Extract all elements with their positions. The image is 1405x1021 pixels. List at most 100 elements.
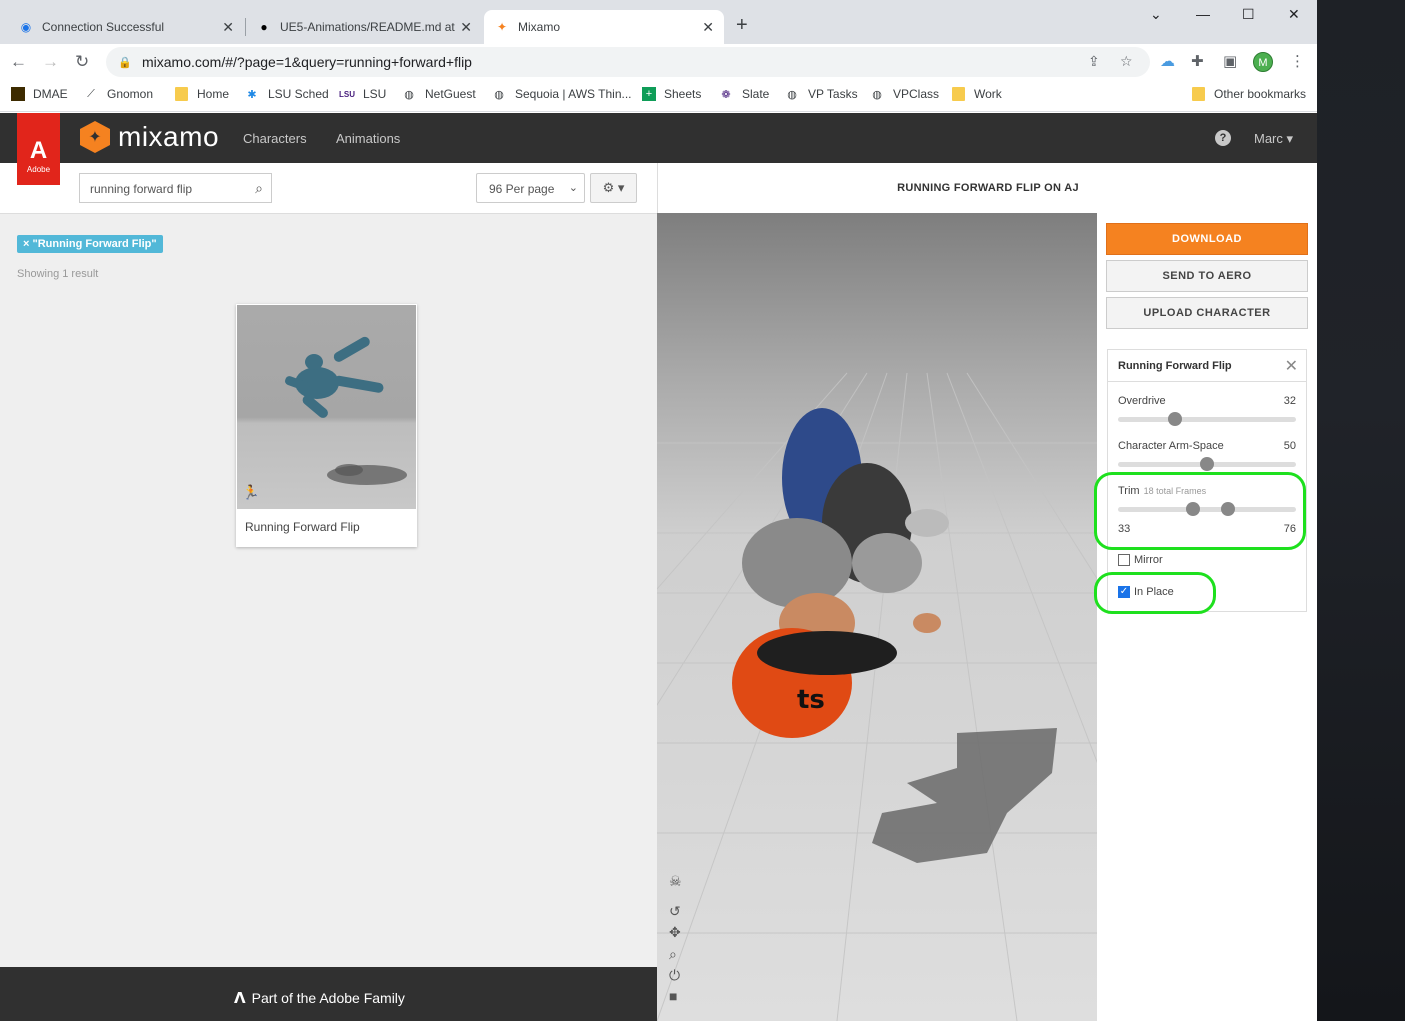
mixamo-logo[interactable]: ✦ mixamo bbox=[80, 121, 219, 153]
trim-end-handle[interactable] bbox=[1221, 502, 1236, 516]
in-place-checkbox[interactable]: ✓ In Place bbox=[1118, 586, 1174, 598]
lsu-sched-icon: ✱ bbox=[247, 88, 257, 101]
checkbox-box[interactable] bbox=[1118, 554, 1130, 566]
results-pane: × "Running Forward Flip" Showing 1 resul… bbox=[0, 214, 657, 967]
trim-start-handle[interactable] bbox=[1185, 502, 1200, 516]
tab-mixamo[interactable]: ✦ Mixamo ✕ bbox=[484, 10, 724, 44]
lsu-icon: LSU bbox=[339, 89, 355, 99]
character-preview: ts bbox=[657, 372, 1097, 1021]
bookmark-sheets[interactable]: + Sheets bbox=[642, 87, 701, 101]
camera-icon[interactable]: ■ bbox=[669, 988, 677, 1004]
close-icon[interactable]: ✕ bbox=[702, 19, 714, 36]
upload-character-button[interactable]: UPLOAD CHARACTER bbox=[1106, 297, 1308, 329]
bookmark-vp-tasks[interactable]: ◍ VP Tasks bbox=[784, 87, 857, 101]
adobe-logo-icon: A bbox=[29, 137, 48, 164]
close-icon[interactable]: ✕ bbox=[460, 19, 472, 36]
search-input[interactable]: running forward flip ⌕ bbox=[79, 173, 272, 203]
send-to-aero-button[interactable]: SEND TO AERO bbox=[1106, 260, 1308, 292]
settings-button[interactable]: ⚙ ▾ bbox=[590, 173, 637, 203]
side-panel-icon[interactable]: ▣ bbox=[1223, 52, 1237, 70]
rotate-icon[interactable]: ↺ bbox=[669, 903, 681, 920]
trim-frame-count: 18 total Frames bbox=[1143, 486, 1207, 496]
maximize-icon[interactable]: ☐ bbox=[1242, 6, 1255, 23]
result-count: Showing 1 result bbox=[17, 268, 99, 280]
bookmark-other[interactable]: Other bookmarks bbox=[1190, 87, 1306, 101]
arm-space-slider-handle[interactable] bbox=[1200, 457, 1214, 471]
move-icon[interactable]: ✥ bbox=[669, 924, 681, 941]
tab-title: UE5-Animations/README.md at bbox=[280, 20, 455, 34]
puzzle-extension-icon[interactable]: ✚ bbox=[1191, 52, 1204, 70]
user-menu[interactable]: Marc ▾ bbox=[1254, 131, 1293, 147]
checkbox-box[interactable]: ✓ bbox=[1118, 586, 1130, 598]
reload-icon[interactable]: ↻ bbox=[75, 52, 89, 72]
share-icon[interactable]: ⇪ bbox=[1088, 53, 1100, 70]
animation-card[interactable]: 🏃 Running Forward Flip bbox=[236, 304, 417, 547]
bookmark-lsu[interactable]: LSU LSU bbox=[339, 87, 386, 101]
search-bar-area: running forward flip ⌕ 96 Per page ⌄ ⚙ ▾ bbox=[0, 163, 657, 214]
address-bar[interactable]: 🔒 mixamo.com/#/?page=1&query=running+for… bbox=[106, 47, 1150, 77]
overdrive-slider[interactable] bbox=[1118, 412, 1296, 426]
folder-icon bbox=[173, 87, 189, 101]
paw-icon: ❁ bbox=[721, 88, 731, 101]
forward-arrow-icon[interactable]: → bbox=[42, 52, 59, 72]
trim-slider[interactable] bbox=[1118, 502, 1296, 516]
mirror-checkbox[interactable]: Mirror bbox=[1118, 554, 1163, 566]
zoom-icon[interactable]: ⌕ bbox=[669, 946, 677, 963]
new-tab-button[interactable]: + bbox=[736, 14, 748, 37]
star-icon[interactable]: ☆ bbox=[1120, 53, 1133, 70]
arm-space-slider[interactable] bbox=[1118, 457, 1296, 471]
help-icon[interactable]: ? bbox=[1215, 130, 1231, 146]
trim-label: Trim 18 total Frames bbox=[1118, 485, 1207, 497]
close-icon[interactable]: ✕ bbox=[222, 19, 234, 36]
filter-tag[interactable]: × "Running Forward Flip" bbox=[17, 235, 163, 253]
download-button[interactable]: DOWNLOAD bbox=[1106, 223, 1308, 255]
animation-settings-sidebar: DOWNLOAD SEND TO AERO UPLOAD CHARACTER R… bbox=[1097, 213, 1317, 1021]
bookmark-home[interactable]: Home bbox=[173, 87, 229, 101]
cloud-extension-icon[interactable]: ☁ bbox=[1160, 52, 1175, 70]
bookmark-gnomon[interactable]: ⟋ Gnomon bbox=[83, 87, 153, 101]
power-icon[interactable]: ⏻ bbox=[669, 967, 680, 984]
gear-icon: ⚙ ▾ bbox=[602, 180, 625, 195]
runner-icon: 🏃 bbox=[242, 484, 260, 500]
lock-icon: 🔒 bbox=[118, 56, 132, 69]
tab-github[interactable]: ● UE5-Animations/README.md at ✕ bbox=[246, 10, 482, 44]
back-arrow-icon[interactable]: ← bbox=[10, 52, 27, 72]
panel-title: Running Forward Flip bbox=[1118, 360, 1232, 372]
overdrive-value: 32 bbox=[1283, 395, 1296, 407]
minimize-icon[interactable]: — bbox=[1196, 6, 1210, 22]
bookmark-dmae[interactable]: DMAE bbox=[11, 87, 68, 101]
github-icon: ● bbox=[260, 20, 268, 34]
kebab-menu-icon[interactable]: ⋮ bbox=[1290, 52, 1305, 70]
close-icon[interactable]: ✕ bbox=[1285, 356, 1298, 376]
overdrive-slider-handle[interactable] bbox=[1167, 412, 1182, 426]
nav-animations[interactable]: Animations bbox=[336, 131, 400, 146]
adobe-badge[interactable]: A Adobe bbox=[17, 113, 60, 185]
chevron-down-icon[interactable]: ⌄ bbox=[1150, 6, 1162, 23]
skeleton-icon[interactable]: ☠ bbox=[669, 873, 682, 890]
close-window-icon[interactable]: ✕ bbox=[1288, 6, 1300, 23]
desktop-background bbox=[1317, 0, 1405, 1021]
nav-characters[interactable]: Characters bbox=[243, 131, 307, 146]
search-icon[interactable]: ⌕ bbox=[255, 180, 263, 197]
animation-settings-panel: Running Forward Flip ✕ Overdrive 32 Char… bbox=[1107, 349, 1307, 612]
tab-connection[interactable]: ◉ Connection Successful ✕ bbox=[8, 10, 244, 44]
per-page-select[interactable]: 96 Per page ⌄ bbox=[476, 173, 585, 203]
bookmark-lsu-sched[interactable]: ✱ LSU Sched bbox=[244, 87, 328, 101]
bookmark-netguest[interactable]: ◍ NetGuest bbox=[401, 87, 476, 101]
bookmark-vpclass[interactable]: ◍ VPClass bbox=[869, 87, 939, 101]
sheets-icon: + bbox=[642, 87, 656, 101]
tab-title: Mixamo bbox=[518, 20, 561, 34]
arm-space-value: 50 bbox=[1283, 440, 1296, 452]
gnomon-icon: ⟋ bbox=[87, 87, 95, 100]
mixamo-runner-icon: ✦ bbox=[80, 121, 110, 153]
bookmark-slate[interactable]: ❁ Slate bbox=[718, 87, 769, 101]
profile-avatar[interactable]: M bbox=[1253, 52, 1273, 72]
3d-viewport[interactable]: ts ☠ ↺ ✥ ⌕ ⏻ ■ bbox=[657, 213, 1097, 1021]
bookmark-work[interactable]: Work bbox=[950, 87, 1002, 101]
globe-icon: ◉ bbox=[20, 20, 32, 34]
arm-space-label: Character Arm-Space bbox=[1118, 440, 1224, 452]
bookmark-sequoia[interactable]: ◍ Sequoia | AWS Thin... bbox=[491, 87, 631, 101]
bookmarks-bar: DMAE ⟋ Gnomon Home ✱ LSU Sched LSU LSU ◍ Net… bbox=[0, 80, 1317, 112]
svg-text:ts: ts bbox=[797, 685, 825, 715]
adobe-family-footer: ꓥ Part of the Adobe Family bbox=[0, 967, 657, 1021]
